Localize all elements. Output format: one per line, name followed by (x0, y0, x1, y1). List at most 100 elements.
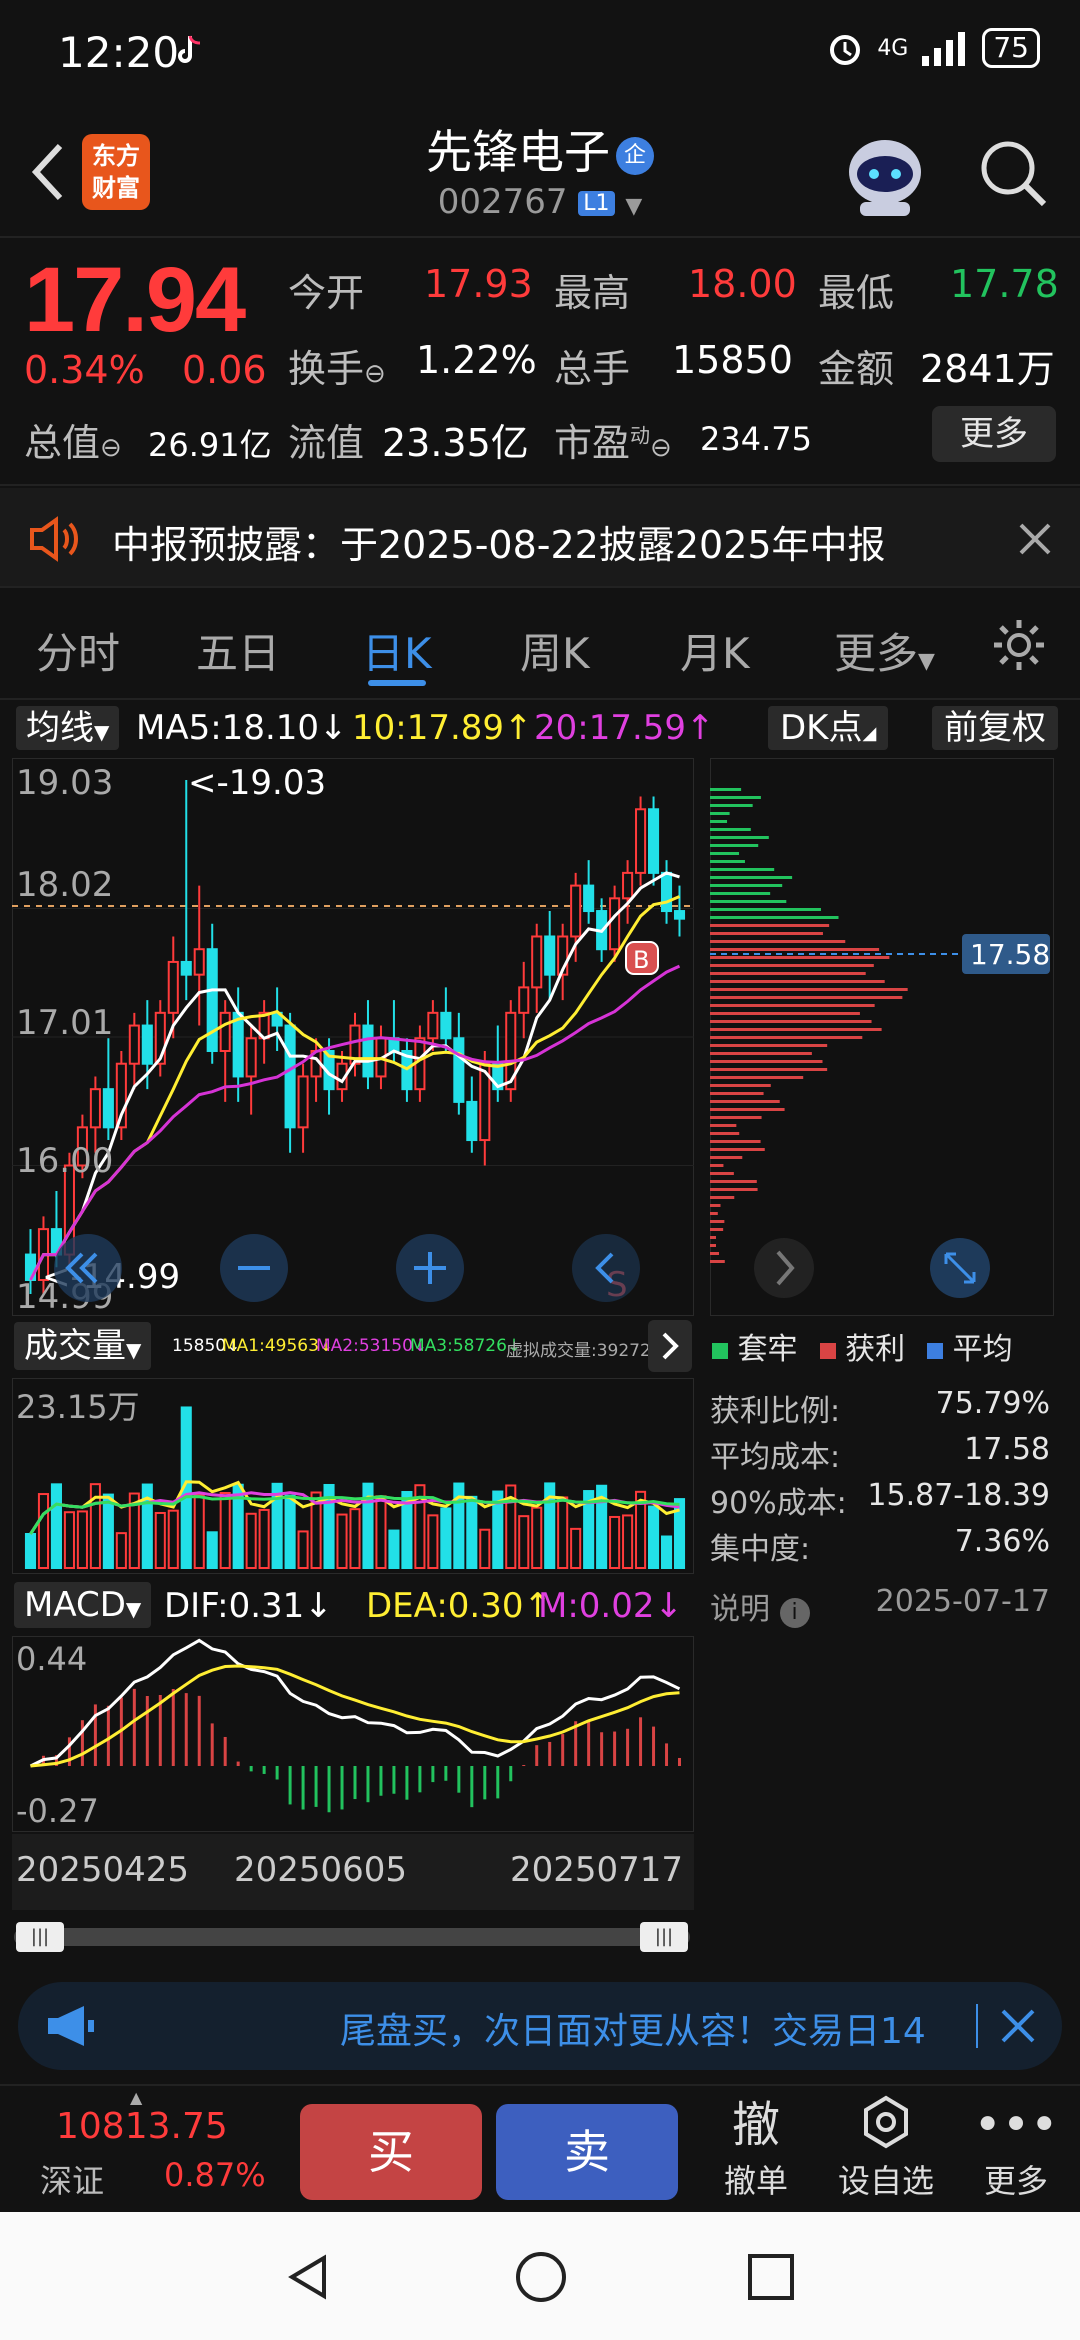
volume-selector[interactable]: 成交量▼ (14, 1322, 152, 1370)
volume-bar (427, 1514, 439, 1569)
sell-button[interactable]: 卖 (496, 2104, 678, 2200)
gear-icon[interactable] (990, 616, 1048, 674)
scroll-right-button[interactable] (572, 1234, 640, 1302)
chip-bar (710, 836, 769, 839)
chip-bar (710, 1180, 757, 1183)
buy-marker[interactable]: B (625, 941, 659, 975)
svg-text:B: B (633, 946, 649, 974)
zoom-in-button[interactable] (396, 1234, 464, 1302)
chip-bar (710, 1020, 872, 1023)
volume-chart[interactable]: 23.15万 (12, 1378, 694, 1574)
volume-bar (466, 1495, 478, 1569)
index-name: 深证 (40, 2162, 105, 2200)
chip-bar (710, 892, 771, 895)
assistant-robot-icon[interactable] (840, 132, 930, 218)
caret-up-icon: ▲ (130, 2088, 143, 2107)
volume-bar (37, 1493, 50, 1569)
volume-bar (24, 1533, 37, 1569)
chip-bar (710, 1004, 875, 1007)
chip-next-button[interactable] (754, 1238, 814, 1298)
chip-bar (710, 1132, 740, 1135)
date-axis: 20250425 20250605 20250717 (12, 1834, 694, 1910)
mktcap-label: 总值⊖ (24, 421, 122, 465)
battery-icon: 75 (982, 28, 1040, 68)
volume-bar (154, 1511, 166, 1570)
volume-bar (76, 1510, 88, 1569)
candle-body (648, 808, 660, 874)
candle-body (284, 1024, 296, 1129)
chip-distribution-chart[interactable]: 17.58 (710, 758, 1054, 1316)
chip-bar (710, 1108, 785, 1111)
chevron-right-icon (662, 1332, 679, 1360)
chip-bar (710, 1164, 724, 1167)
search-icon[interactable] (978, 138, 1048, 208)
ma-selector[interactable]: 均线▼ (16, 706, 120, 750)
chip-bar (710, 1092, 764, 1095)
nav-recents-icon[interactable] (746, 2252, 796, 2302)
range-handle-left[interactable]: ||| (16, 1922, 64, 1952)
amount-value: 2841万 (920, 347, 1055, 391)
more-actions-button[interactable]: ••• 更多 (966, 2094, 1066, 2202)
candle-body (206, 948, 218, 1052)
tab-intraday[interactable]: 分时 (36, 620, 120, 681)
candlestick-chart[interactable]: 19.03 18.02 17.01 16.00 14.99 <-19.03 <-… (12, 758, 694, 1316)
change-amount: 0.06 (182, 348, 267, 392)
pe-label: 市盈动⊖ (554, 421, 672, 465)
index-value[interactable]: 10813.75 (56, 2106, 228, 2147)
tab-monthly-k[interactable]: 月K (680, 620, 750, 681)
nav-back-icon[interactable] (284, 2252, 334, 2302)
range-slider-track[interactable] (14, 1928, 690, 1946)
candle-body (167, 960, 179, 1014)
promo-divider (976, 2004, 978, 2048)
close-icon[interactable] (1000, 2008, 1036, 2044)
chip-bar (710, 1028, 882, 1031)
quote-panel: 17.94 0.34% 0.06 今开 17.93 最高 18.00 最低 17… (0, 238, 1080, 486)
candle-body (180, 960, 192, 976)
volume-indicator-bar: 成交量▼ 15850↓ MA1:49563↓ MA2:53150↓ MA3:58… (0, 1318, 700, 1376)
high-label: 最高 (554, 271, 631, 315)
volume-bar (648, 1505, 660, 1570)
volume-bar (63, 1511, 75, 1570)
more-quote-button[interactable]: 更多 (932, 406, 1056, 462)
tab-daily-k[interactable]: 日K (362, 620, 432, 681)
close-icon[interactable] (1018, 522, 1052, 556)
speaker-icon (30, 516, 78, 562)
nav-home-icon[interactable] (514, 2250, 568, 2304)
range-handle-right[interactable]: ||| (640, 1922, 688, 1952)
zoom-out-button[interactable] (220, 1234, 288, 1302)
amount-label: 金额 (818, 347, 895, 391)
volume-bar (258, 1508, 270, 1569)
explain-row[interactable]: 说明 i 2025-07-17 (710, 1584, 1050, 1628)
scroll-left-button[interactable] (54, 1234, 122, 1302)
chip-bar (710, 988, 908, 991)
level-badge: L1 (578, 191, 615, 216)
chip-bar (710, 908, 821, 911)
volume-bar (440, 1507, 452, 1570)
active-tab-indicator (368, 680, 426, 686)
tab-five-day[interactable]: 五日 (196, 620, 280, 681)
adjust-button[interactable]: 前复权 (932, 706, 1058, 750)
fullscreen-button[interactable] (930, 1238, 990, 1298)
volume-expand-button[interactable] (648, 1320, 692, 1372)
candle-body (102, 1088, 114, 1129)
add-watchlist-button[interactable]: 设自选 (836, 2094, 936, 2202)
candle-body (660, 871, 673, 913)
buy-button[interactable]: 买 (300, 2104, 482, 2200)
candle-body (219, 1011, 231, 1052)
turnover-label: 换手⊖ (288, 347, 386, 391)
macd-selector[interactable]: MACD▼ (14, 1582, 152, 1628)
cancel-order-button[interactable]: 撤撤单 (706, 2094, 806, 2202)
chip-bar (710, 932, 823, 935)
status-bar: 12:20 4G 75 (0, 0, 1080, 110)
chip-bar (710, 972, 866, 975)
notice-banner[interactable]: 中报预披露：于2025-08-22披露2025年中报 (0, 488, 1080, 588)
chip-bar (710, 996, 903, 999)
tab-weekly-k[interactable]: 周K (520, 620, 590, 681)
dk-point-button[interactable]: DK点◢ (768, 706, 889, 750)
tab-more[interactable]: 更多▼ (834, 620, 935, 681)
promo-banner[interactable]: 尾盘买，次日面对更从容！交易日14 (18, 1982, 1062, 2070)
candle-body (518, 986, 530, 1014)
chip-bar (710, 884, 783, 887)
candle-body (466, 1100, 478, 1142)
macd-chart[interactable]: 0.44 -0.27 (12, 1636, 694, 1832)
